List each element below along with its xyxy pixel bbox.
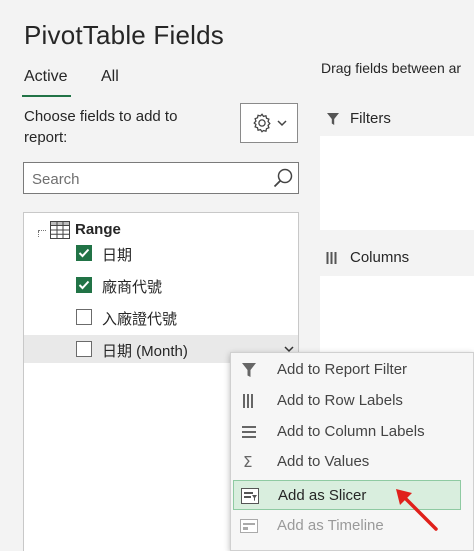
- table-name: Range: [75, 221, 121, 238]
- search-icon[interactable]: [272, 167, 294, 189]
- field-checkbox[interactable]: [76, 277, 92, 293]
- field-checkbox[interactable]: [76, 309, 92, 325]
- field-label: 入廠證代號: [102, 311, 178, 328]
- tab-all[interactable]: All: [101, 68, 119, 86]
- svg-text:Σ: Σ: [243, 453, 252, 471]
- field-row[interactable]: 廠商代號: [24, 271, 298, 299]
- slicer-icon: [241, 488, 259, 504]
- menu-item-label: Add to Values: [277, 453, 370, 470]
- menu-item-add-to-row-labels[interactable]: Add to Row Labels: [231, 386, 473, 416]
- filters-drop-zone[interactable]: [320, 136, 474, 230]
- columns-label: Columns: [350, 249, 410, 266]
- field-row[interactable]: 日期: [24, 239, 298, 267]
- checkmark-icon: [78, 280, 90, 290]
- table-icon: [50, 221, 70, 239]
- search-box[interactable]: [23, 162, 299, 194]
- menu-item-add-to-values[interactable]: Σ Add to Values: [231, 447, 473, 477]
- active-tab-indicator: [22, 95, 71, 97]
- menu-item-label: Add to Column Labels: [277, 423, 425, 440]
- checkmark-icon: [78, 248, 90, 258]
- tools-button[interactable]: [240, 103, 298, 143]
- drag-fields-hint: Drag fields between ar: [321, 60, 462, 76]
- field-label: 日期: [102, 247, 133, 264]
- menu-item-label: Add as Slicer: [278, 487, 367, 504]
- filter-icon: [327, 112, 339, 125]
- field-row[interactable]: 入廠證代號: [24, 303, 298, 331]
- panel-title: PivotTable Fields: [24, 20, 224, 50]
- tab-active[interactable]: Active: [24, 68, 68, 86]
- menu-item-label: Add to Report Filter: [277, 361, 408, 378]
- rows-icon: [243, 394, 253, 408]
- columns-icon: [242, 426, 256, 438]
- gear-icon: [253, 113, 271, 133]
- sigma-icon: Σ: [243, 453, 252, 471]
- columns-icon: [326, 251, 337, 264]
- timeline-icon: [240, 519, 258, 533]
- columns-area-header: Columns: [326, 249, 409, 266]
- menu-item-label: Add to Row Labels: [277, 392, 403, 409]
- search-input[interactable]: [30, 167, 264, 191]
- menu-item-add-to-column-labels[interactable]: Add to Column Labels: [231, 417, 473, 447]
- annotation-arrow-icon: [396, 489, 438, 531]
- field-label: 日期 (Month): [102, 343, 188, 360]
- filters-label: Filters: [350, 110, 391, 127]
- filters-area-header: Filters: [326, 110, 391, 127]
- tree-connector-vertical: [38, 231, 40, 237]
- choose-fields-label: Choose fields to add to report:: [24, 108, 178, 146]
- menu-item-label: Add as Timeline: [277, 517, 384, 534]
- filter-icon: [242, 363, 256, 377]
- field-label: 廠商代號: [102, 279, 163, 296]
- chevron-down-icon: [277, 120, 287, 127]
- field-checkbox[interactable]: [76, 341, 92, 357]
- menu-item-add-to-report-filter[interactable]: Add to Report Filter: [231, 355, 473, 385]
- field-checkbox[interactable]: [76, 245, 92, 261]
